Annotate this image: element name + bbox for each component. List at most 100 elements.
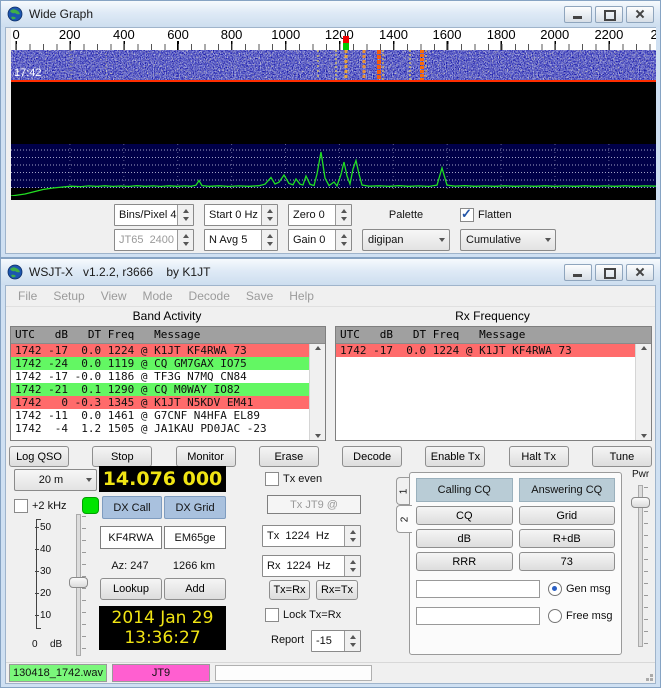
waterfall-display[interactable]: 17:42 <box>11 50 656 80</box>
decode-row[interactable]: 1742 -4 1.2 1505 @ JA1KAU PD0JAC -23 <box>11 422 325 435</box>
spinner-arrows-icon[interactable] <box>335 205 351 225</box>
decode-row[interactable]: 1742 -21 0.1 1290 @ CQ M0WAY IO82 <box>11 383 325 396</box>
tx-frequency-spinner[interactable]: Tx 1224 Hz <box>262 525 361 547</box>
scale-label: 1000 <box>270 28 302 42</box>
decode-row[interactable]: 1742 -24 0.0 1119 @ CQ GM7GAX IO75 <box>11 357 325 370</box>
scrollbar[interactable] <box>309 344 325 440</box>
tx-equals-rx-button[interactable]: Tx=Rx <box>269 580 310 600</box>
lock-tx-rx-checkbox[interactable]: Lock Tx=Rx <box>265 608 341 622</box>
menu-file[interactable]: File <box>10 287 45 305</box>
r-db-message-button[interactable]: R+dB <box>518 529 615 548</box>
flatten-checkbox[interactable]: Flatten <box>460 206 556 222</box>
spectrum-display[interactable] <box>11 144 656 196</box>
rx-equals-tx-button[interactable]: Rx=Tx <box>316 580 358 600</box>
cq-message-button[interactable]: CQ <box>416 506 513 525</box>
log-qso-button[interactable]: Log QSO <box>9 446 69 467</box>
slider-thumb[interactable] <box>631 497 650 508</box>
tx-frequency-marker <box>343 36 349 43</box>
close-button[interactable] <box>626 263 654 281</box>
slider-thumb[interactable] <box>69 577 88 588</box>
scrollbar-up-icon[interactable] <box>314 346 321 350</box>
scrollbar[interactable] <box>635 344 651 440</box>
free-msg-input[interactable] <box>416 607 540 625</box>
dx-call-field[interactable]: KF4RWA <box>100 526 162 549</box>
wide-graph-titlebar[interactable]: Wide Graph <box>1 1 660 27</box>
tune-button[interactable]: Tune <box>591 446 652 467</box>
decode-row[interactable]: 1742 -17 0.0 1224 @ K1JT KF4RWA 73 <box>11 344 325 357</box>
erase-button[interactable]: Erase <box>258 446 319 467</box>
spinner-arrows-icon[interactable] <box>344 556 360 576</box>
menu-save[interactable]: Save <box>238 287 281 305</box>
menu-decode[interactable]: Decode <box>181 287 238 305</box>
add-button[interactable]: Add <box>164 578 226 600</box>
audio-level-slider[interactable] <box>68 514 88 656</box>
gen-msg-radio[interactable]: Gen msg <box>548 582 611 596</box>
grid-message-button[interactable]: Grid <box>518 506 615 525</box>
frequency-scale[interactable]: 0 200 400 600 800 1000 1200 1400 1600 18… <box>11 28 656 50</box>
rrr-message-button[interactable]: RRR <box>416 552 513 571</box>
free-msg-radio[interactable]: Free msg <box>548 609 612 623</box>
band-select[interactable]: 20 m <box>14 469 97 491</box>
minimize-button[interactable] <box>564 263 592 281</box>
spinner-arrows-icon <box>177 230 193 250</box>
palette-select[interactable]: digipan <box>362 229 450 251</box>
spinner-arrows-icon[interactable] <box>344 526 360 546</box>
maximize-button[interactable] <box>595 263 623 281</box>
menu-view[interactable]: View <box>93 287 135 305</box>
dx-grid-button[interactable]: DX Grid <box>164 496 226 519</box>
db-message-button[interactable]: dB <box>416 529 513 548</box>
lookup-button[interactable]: Lookup <box>100 578 162 600</box>
rx-frequency-spinner[interactable]: Rx 1224 Hz <box>262 555 361 577</box>
stop-button[interactable]: Stop <box>92 446 153 467</box>
spinner-arrows-icon[interactable] <box>261 230 277 250</box>
spinner-arrows-icon[interactable] <box>177 205 193 225</box>
scale-label: 2 <box>649 28 656 41</box>
close-button[interactable] <box>626 5 654 23</box>
report-spinner[interactable]: -15 <box>311 630 361 652</box>
scale-label: 1800 <box>485 28 517 42</box>
window-title: WSJT-X v1.2.2, r3666 by K1JT <box>29 265 211 279</box>
decode-row[interactable]: 1742 0 -0.3 1345 @ K1JT N5KDV EM41 <box>11 396 325 409</box>
monitor-button[interactable]: Monitor <box>175 446 236 467</box>
plus-2khz-checkbox[interactable]: +2 kHz <box>14 499 67 513</box>
db-zero-label: 0 <box>32 639 38 650</box>
spinner-arrows-icon[interactable] <box>261 205 277 225</box>
scrollbar-down-icon[interactable] <box>640 434 647 438</box>
spinner-arrows-icon[interactable] <box>335 230 351 250</box>
decode-row[interactable]: 1742 -17 0.0 1224 @ K1JT KF4RWA 73 <box>336 344 651 357</box>
date-display: 2014 Jan 29 <box>111 608 214 628</box>
decode-row[interactable]: 1742 -17 -0.0 1186 @ TF3G N7MQ CN84 <box>11 370 325 383</box>
gain-spinner[interactable]: Gain 0 <box>288 229 352 251</box>
zero-spinner[interactable]: Zero 0 <box>288 204 352 226</box>
gen-msg-input[interactable] <box>416 580 540 598</box>
minimize-button[interactable] <box>564 5 592 23</box>
scrollbar-up-icon[interactable] <box>640 346 647 350</box>
menu-help[interactable]: Help <box>281 287 322 305</box>
azimuth-label: Az: 247 <box>111 560 149 572</box>
menu-mode[interactable]: Mode <box>135 287 181 305</box>
73-message-button[interactable]: 73 <box>518 552 615 571</box>
start-frequency-spinner[interactable]: Start 0 Hz <box>204 204 278 226</box>
app-globe-icon <box>7 6 23 22</box>
pwr-slider[interactable] <box>630 485 650 647</box>
decode-button[interactable]: Decode <box>342 446 403 467</box>
resize-grip[interactable] <box>650 678 653 681</box>
scale-label: 600 <box>166 28 190 42</box>
bins-per-pixel-spinner[interactable]: Bins/Pixel 4 <box>114 204 194 226</box>
tx-even-checkbox[interactable]: Tx even <box>265 472 322 486</box>
n-avg-spinner[interactable]: N Avg 5 <box>204 229 278 251</box>
wsjtx-main-window: WSJT-X v1.2.2, r3666 by K1JT File Setup … <box>0 258 661 688</box>
dx-call-button[interactable]: DX Call <box>102 496 162 519</box>
spectrum-mode-select[interactable]: Cumulative <box>460 229 556 251</box>
halt-tx-button[interactable]: Halt Tx <box>508 446 569 467</box>
spinner-arrows-icon[interactable] <box>344 631 360 651</box>
main-titlebar[interactable]: WSJT-X v1.2.2, r3666 by K1JT <box>1 259 660 285</box>
db-unit-label: dB <box>50 639 63 650</box>
decode-row[interactable]: 1742 -11 0.0 1461 @ G7CNF N4HFA EL89 <box>11 409 325 422</box>
enable-tx-button[interactable]: Enable Tx <box>425 446 486 467</box>
menu-setup[interactable]: Setup <box>45 287 92 305</box>
scrollbar-down-icon[interactable] <box>314 434 321 438</box>
dx-grid-field[interactable]: EM65ge <box>164 526 226 549</box>
maximize-button[interactable] <box>595 5 623 23</box>
tab-messages-2[interactable]: 2 <box>396 505 412 533</box>
